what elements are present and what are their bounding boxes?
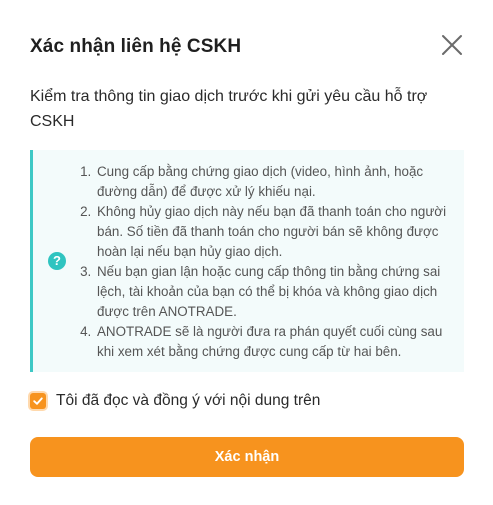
notice-item: Nếu bạn gian lận hoặc cung cấp thông tin… — [95, 262, 455, 322]
notice-item: Không hủy giao dịch này nếu bạn đã thanh… — [95, 202, 455, 262]
close-icon — [442, 35, 462, 55]
close-button[interactable] — [438, 31, 466, 59]
notice-item: Cung cấp bằng chứng giao dịch (video, hì… — [95, 162, 455, 202]
agreement-checkbox[interactable] — [30, 393, 46, 409]
notice-list: Cung cấp bằng chứng giao dịch (video, hì… — [75, 162, 455, 362]
notice-box: ? Cung cấp bằng chứng giao dịch (video, … — [30, 150, 464, 372]
dialog-description: Kiểm tra thông tin giao dịch trước khi g… — [30, 88, 428, 130]
checkmark-icon — [33, 397, 43, 405]
agreement-label: Tôi đã đọc và đồng ý với nội dung trên — [56, 392, 321, 409]
agreement-row[interactable]: Tôi đã đọc và đồng ý với nội dung trên — [30, 391, 320, 411]
confirm-button[interactable]: Xác nhận — [30, 437, 464, 477]
notice-item: ANOTRADE sẽ là người đưa ra phán quyết c… — [95, 322, 455, 362]
dialog-title: Xác nhận liên hệ CSKH — [30, 36, 242, 57]
question-icon: ? — [48, 252, 66, 270]
contact-support-dialog: Xác nhận liên hệ CSKH Kiểm tra thông tin… — [0, 0, 493, 505]
